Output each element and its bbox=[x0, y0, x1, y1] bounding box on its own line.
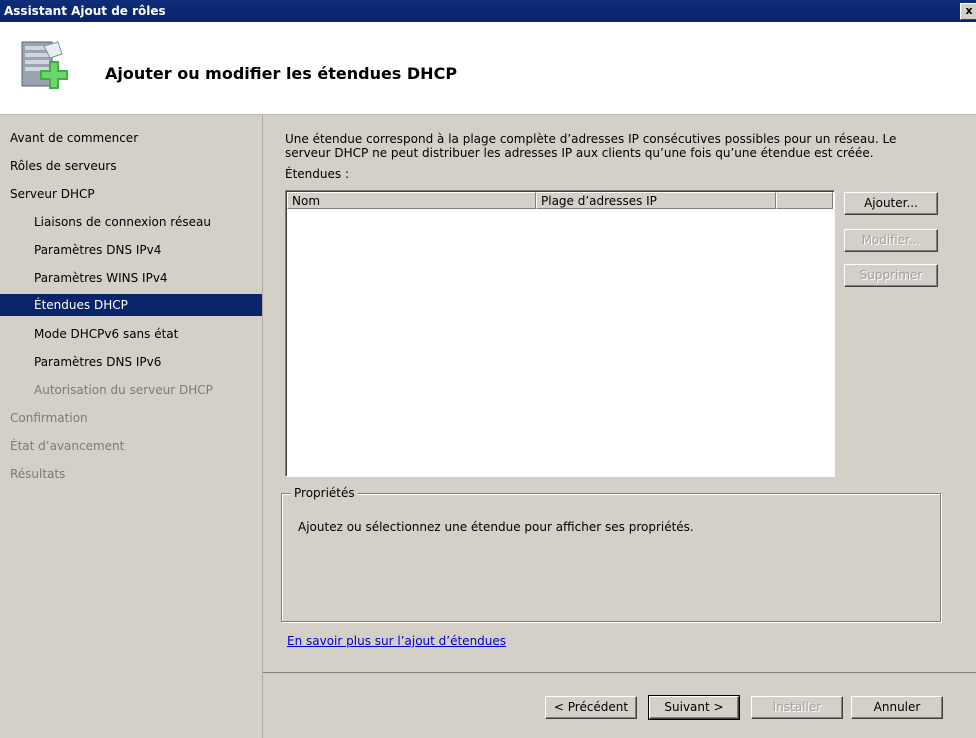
scopes-list[interactable]: Nom Plage d’adresses IP bbox=[285, 190, 835, 477]
previous-button[interactable]: < Précédent bbox=[545, 696, 637, 719]
window-title: Assistant Ajout de rôles bbox=[4, 4, 166, 18]
nav-item-etendues-dhcp[interactable]: Étendues DHCP bbox=[0, 294, 262, 316]
column-header-plage[interactable]: Plage d’adresses IP bbox=[536, 192, 776, 209]
wizard-steps-nav: Avant de commencer Rôles de serveurs Ser… bbox=[0, 115, 263, 738]
install-button[interactable]: Installer bbox=[751, 696, 843, 719]
page-description: Une étendue correspond à la plage complè… bbox=[285, 132, 897, 160]
wizard-footer: < Précédent Suivant > Installer Annuler bbox=[263, 673, 976, 738]
cancel-button[interactable]: Annuler bbox=[851, 696, 943, 719]
page-title: Ajouter ou modifier les étendues DHCP bbox=[105, 64, 458, 83]
add-scope-button[interactable]: Ajouter... bbox=[844, 192, 938, 215]
nav-item-roles-de-serveurs[interactable]: Rôles de serveurs bbox=[0, 155, 262, 177]
column-header-extra[interactable] bbox=[776, 192, 833, 209]
scopes-list-header: Nom Plage d’adresses IP bbox=[287, 192, 833, 209]
nav-item-dns-ipv6[interactable]: Paramètres DNS IPv6 bbox=[0, 351, 262, 373]
properties-message: Ajoutez ou sélectionnez une étendue pour… bbox=[298, 520, 694, 534]
wizard-header: Ajouter ou modifier les étendues DHCP bbox=[0, 22, 976, 115]
nav-item-dhcpv6-sans-etat[interactable]: Mode DHCPv6 sans état bbox=[0, 323, 262, 345]
nav-item-dns-ipv4[interactable]: Paramètres DNS IPv4 bbox=[0, 239, 262, 261]
title-bar: Assistant Ajout de rôles x bbox=[0, 0, 976, 22]
nav-item-resultats: Résultats bbox=[10, 467, 66, 481]
nav-item-liaisons-connexion[interactable]: Liaisons de connexion réseau bbox=[0, 211, 262, 233]
nav-item-etat-avancement: État d’avancement bbox=[10, 439, 125, 453]
wizard-page-content: Une étendue correspond à la plage complè… bbox=[263, 115, 976, 673]
scopes-label: Étendues : bbox=[285, 167, 349, 181]
nav-item-serveur-dhcp[interactable]: Serveur DHCP bbox=[0, 183, 262, 205]
next-button[interactable]: Suivant > bbox=[648, 695, 740, 720]
properties-legend: Propriétés bbox=[291, 486, 358, 500]
nav-item-avant-de-commencer[interactable]: Avant de commencer bbox=[0, 127, 262, 149]
nav-item-wins-ipv4[interactable]: Paramètres WINS IPv4 bbox=[0, 267, 262, 289]
modify-scope-button[interactable]: Modifier... bbox=[844, 229, 938, 252]
properties-group: Propriétés Ajoutez ou sélectionnez une é… bbox=[281, 486, 941, 622]
close-button[interactable]: x bbox=[960, 3, 976, 20]
column-header-nom[interactable]: Nom bbox=[287, 192, 536, 209]
learn-more-link[interactable]: En savoir plus sur l’ajout d’étendues bbox=[287, 634, 506, 648]
server-add-icon bbox=[21, 41, 68, 89]
nav-item-confirmation: Confirmation bbox=[10, 411, 88, 425]
delete-scope-button[interactable]: Supprimer bbox=[844, 264, 938, 287]
nav-item-autorisation-dhcp: Autorisation du serveur DHCP bbox=[34, 383, 213, 397]
